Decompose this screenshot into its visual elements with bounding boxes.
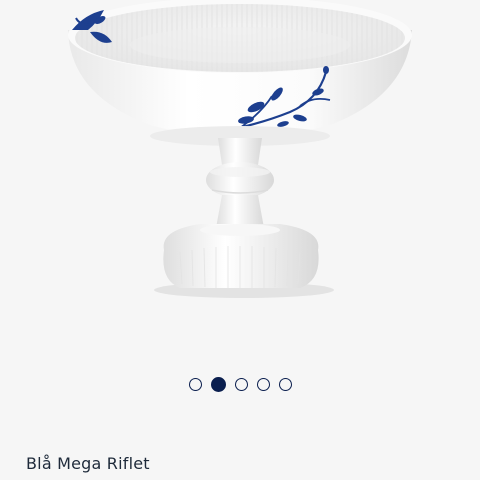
product-page: Blå Mega Riflet — [0, 0, 480, 480]
carousel-dot-5[interactable] — [278, 378, 292, 391]
carousel-dot-1[interactable] — [188, 378, 202, 391]
carousel-dot-3[interactable] — [234, 378, 248, 391]
carousel-dot-4[interactable] — [256, 378, 270, 391]
carousel-dot-2[interactable] — [210, 377, 226, 392]
carousel-pagination — [0, 377, 480, 392]
product-image — [68, 0, 412, 298]
product-title: Blå Mega Riflet — [26, 454, 150, 473]
